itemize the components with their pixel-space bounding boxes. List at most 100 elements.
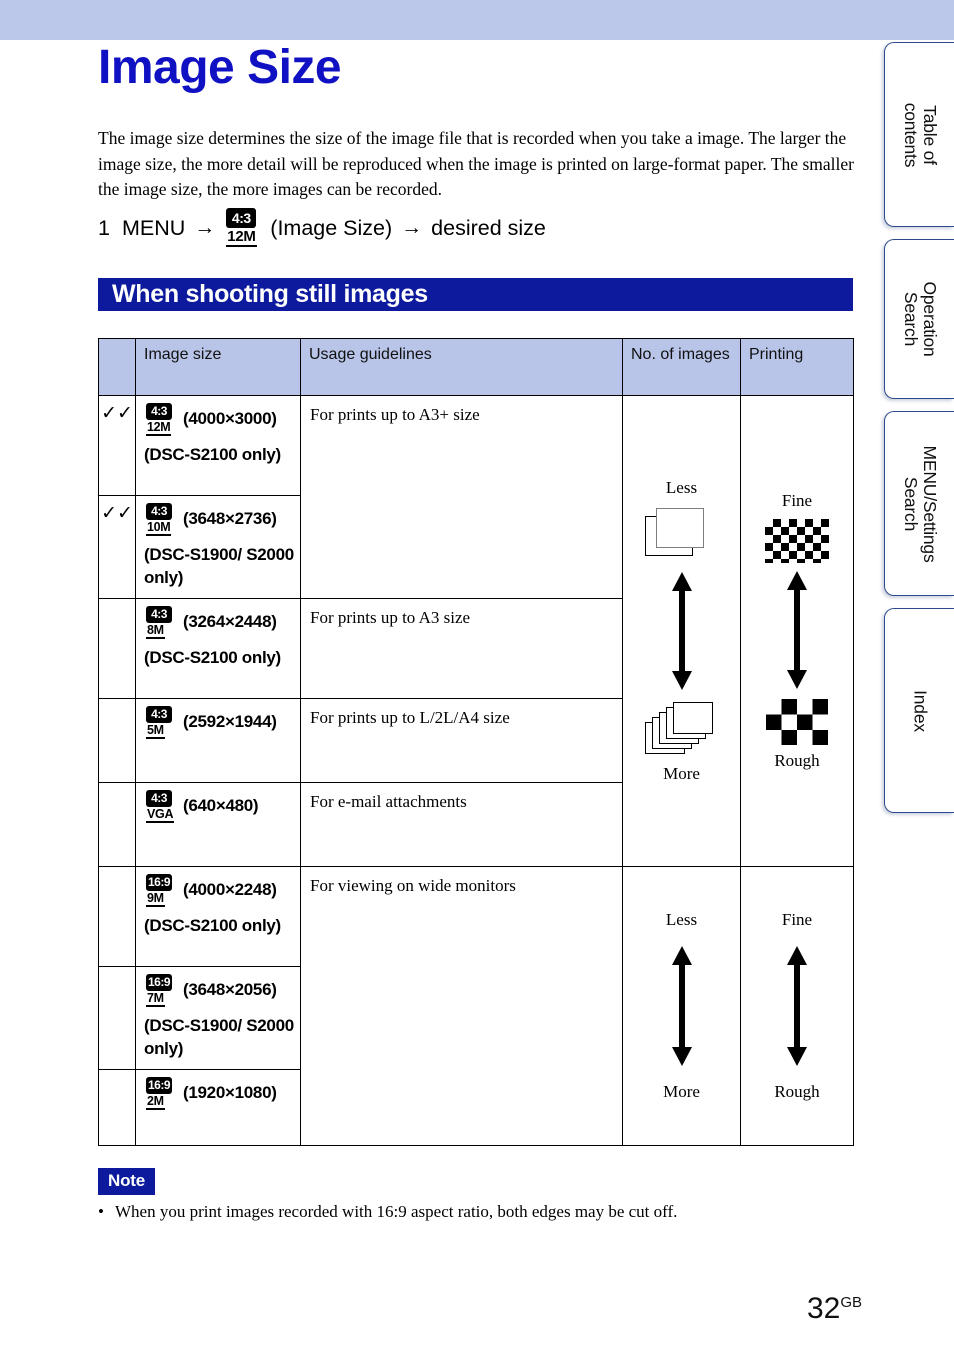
usage-guideline-cell: For e-mail attachments — [300, 782, 623, 867]
column-header-no-of-images: No. of images — [622, 338, 741, 396]
no-of-images-meter: Less More — [623, 908, 740, 1104]
sidebar-tab-index[interactable]: Index — [884, 608, 954, 813]
usage-text: For e-mail attachments — [310, 792, 467, 811]
image-size-cell[interactable]: 16:9 2M (1920×1080) — [135, 1069, 301, 1146]
side-navigation-tabs: Table of contents Operation Search MENU/… — [884, 42, 954, 813]
pixel-dimensions: (2592×1944) — [183, 712, 277, 732]
image-size-cell[interactable]: 16:9 9M (4000×2248) (DSC-S2100 only) — [135, 866, 301, 967]
aspect-ratio-badge: 4:3 — [146, 790, 172, 807]
model-restriction: (DSC-S2100 only) — [144, 445, 281, 464]
aspect-ratio-icon: 4:3 10M — [146, 503, 176, 537]
meter-bottom-label: Rough — [774, 751, 820, 770]
image-size-cell[interactable]: 16:9 7M (3648×2056) (DSC-S1900/ S2000 on… — [135, 966, 301, 1070]
printing-quality-meter: Fine Rough — [741, 908, 853, 1104]
vertical-double-arrow-icon — [669, 572, 695, 690]
aspect-ratio-badge: 4:3 — [146, 403, 172, 420]
usage-text: For prints up to L/2L/A4 size — [310, 708, 510, 727]
pixel-dimensions: (4000×3000) — [183, 409, 277, 429]
aspect-ratio-icon: 16:9 2M — [146, 1077, 176, 1111]
megapixel-badge: 12M — [226, 228, 257, 247]
aspect-ratio-icon: 4:3 12M — [146, 403, 176, 437]
sidebar-tab-line2: Search — [900, 476, 921, 531]
aspect-ratio-icon: 16:9 9M — [146, 874, 176, 908]
desired-size-label: desired size — [431, 215, 546, 240]
aspect-ratio-badge: 4:3 — [146, 606, 172, 623]
sidebar-tab-line2: contents — [900, 102, 921, 167]
table-header-row: Image size Usage guidelines No. of image… — [98, 338, 854, 396]
selected-marker-cell — [98, 698, 136, 783]
image-size-cell[interactable]: 4:3 10M (3648×2736) (DSC-S1900/ S2000 on… — [135, 495, 301, 599]
menu-label: MENU — [121, 215, 186, 240]
table-row: 16:9 9M (4000×2248) (DSC-S2100 only) For… — [98, 866, 854, 1146]
usage-guideline-cell: For prints up to A3+ size — [300, 395, 623, 599]
sidebar-tab-label: Table of contents — [900, 102, 940, 167]
aspect-ratio-badge: 4:3 — [146, 706, 172, 723]
aspect-ratio-badge: 4:3 — [226, 208, 257, 228]
image-size-cell[interactable]: 4:3 8M (3264×2448) (DSC-S2100 only) — [135, 598, 301, 699]
selected-marker-cell — [98, 1069, 136, 1146]
aspect-ratio-badge: 4:3 — [146, 503, 172, 520]
no-of-images-meter: Less More — [623, 476, 740, 786]
pixel-dimensions: (4000×2248) — [183, 880, 277, 900]
sidebar-tab-operation-search[interactable]: Operation Search — [884, 239, 954, 399]
arrow-right-icon-1: → — [194, 216, 216, 239]
image-size-table: Image size Usage guidelines No. of image… — [98, 338, 854, 1146]
sidebar-tab-label: Operation Search — [900, 281, 940, 356]
vertical-double-arrow-icon — [784, 946, 810, 1066]
pixel-dimensions: (640×480) — [183, 796, 259, 816]
model-restriction: (DSC-S1900/ S2000 only) — [144, 545, 294, 587]
intro-paragraph: The image size determines the size of th… — [98, 128, 854, 199]
vertical-double-arrow-icon — [784, 571, 810, 689]
aspect-ratio-icon: 4:3 VGA — [146, 790, 176, 824]
fine-checkerboard-icon — [765, 519, 829, 563]
usage-text: For prints up to A3 size — [310, 608, 471, 627]
sidebar-tab-line1: Index — [910, 689, 930, 732]
image-size-caption: (Image Size) — [270, 215, 393, 240]
selected-marker-cell — [98, 598, 136, 699]
aspect-ratio-icon: 16:9 7M — [146, 974, 176, 1008]
sidebar-tab-line2: Search — [900, 291, 921, 347]
note-badge: Note — [98, 1168, 155, 1195]
aspect-ratio-icon: 4:3 5M — [146, 706, 176, 740]
page-number: 32GB — [807, 1292, 862, 1326]
aspect-ratio-badge: 16:9 — [146, 874, 173, 891]
megapixel-badge: 10M — [146, 520, 172, 536]
selected-marker-cell: ✓✓ — [98, 495, 136, 599]
column-header-usage-guidelines: Usage guidelines — [300, 338, 623, 396]
page-title: Image Size — [98, 41, 342, 94]
meter-bottom-label: More — [663, 1082, 700, 1101]
double-check-icon: ✓✓ — [101, 402, 133, 424]
image-size-cell[interactable]: 4:3 5M (2592×1944) — [135, 698, 301, 783]
printing-quality-meter: Fine Rough — [741, 489, 853, 773]
sidebar-tab-table-of-contents[interactable]: Table of contents — [884, 42, 954, 227]
column-header-image-size: Image size — [135, 338, 301, 396]
meter-bottom-label: More — [663, 764, 700, 783]
megapixel-badge: 9M — [146, 891, 165, 907]
page-region-suffix: GB — [840, 1294, 862, 1311]
megapixel-badge: 5M — [146, 723, 165, 739]
page-number-value: 32 — [806, 1292, 841, 1325]
pixel-dimensions: (3264×2448) — [183, 612, 277, 632]
sidebar-tab-menu-settings-search[interactable]: MENU/Settings Search — [884, 411, 954, 596]
pixel-dimensions: (3648×2736) — [183, 509, 277, 529]
megapixel-badge: 8M — [146, 623, 165, 639]
meter-top-label: Less — [665, 478, 698, 497]
many-photos-icon — [644, 700, 719, 758]
selected-marker-cell: ✓✓ — [98, 395, 136, 496]
no-of-images-meter-cell: Less More — [622, 866, 741, 1146]
menu-step-instruction: 1 MENU → 4:3 12M (Image Size) → desired … — [98, 208, 546, 248]
image-size-cell[interactable]: 4:3 VGA (640×480) — [135, 782, 301, 867]
column-header-check — [98, 338, 136, 396]
sidebar-tab-label: Index — [910, 689, 930, 732]
document-page: Image Size The image size determines the… — [0, 0, 884, 1369]
few-photos-icon — [644, 506, 719, 564]
section-banner: When shooting still images — [98, 278, 853, 311]
printing-meter-cell: Fine Rough — [740, 395, 854, 867]
double-check-icon: ✓✓ — [101, 502, 133, 524]
usage-text: For prints up to A3+ size — [310, 405, 480, 424]
sidebar-tab-label: MENU/Settings Search — [900, 444, 940, 563]
model-restriction: (DSC-S2100 only) — [144, 916, 281, 935]
image-size-cell[interactable]: 4:3 12M (4000×3000) (DSC-S2100 only) — [135, 395, 301, 496]
image-size-icon: 4:3 12M — [226, 208, 260, 248]
sidebar-tab-line1: MENU/Settings — [919, 444, 940, 563]
